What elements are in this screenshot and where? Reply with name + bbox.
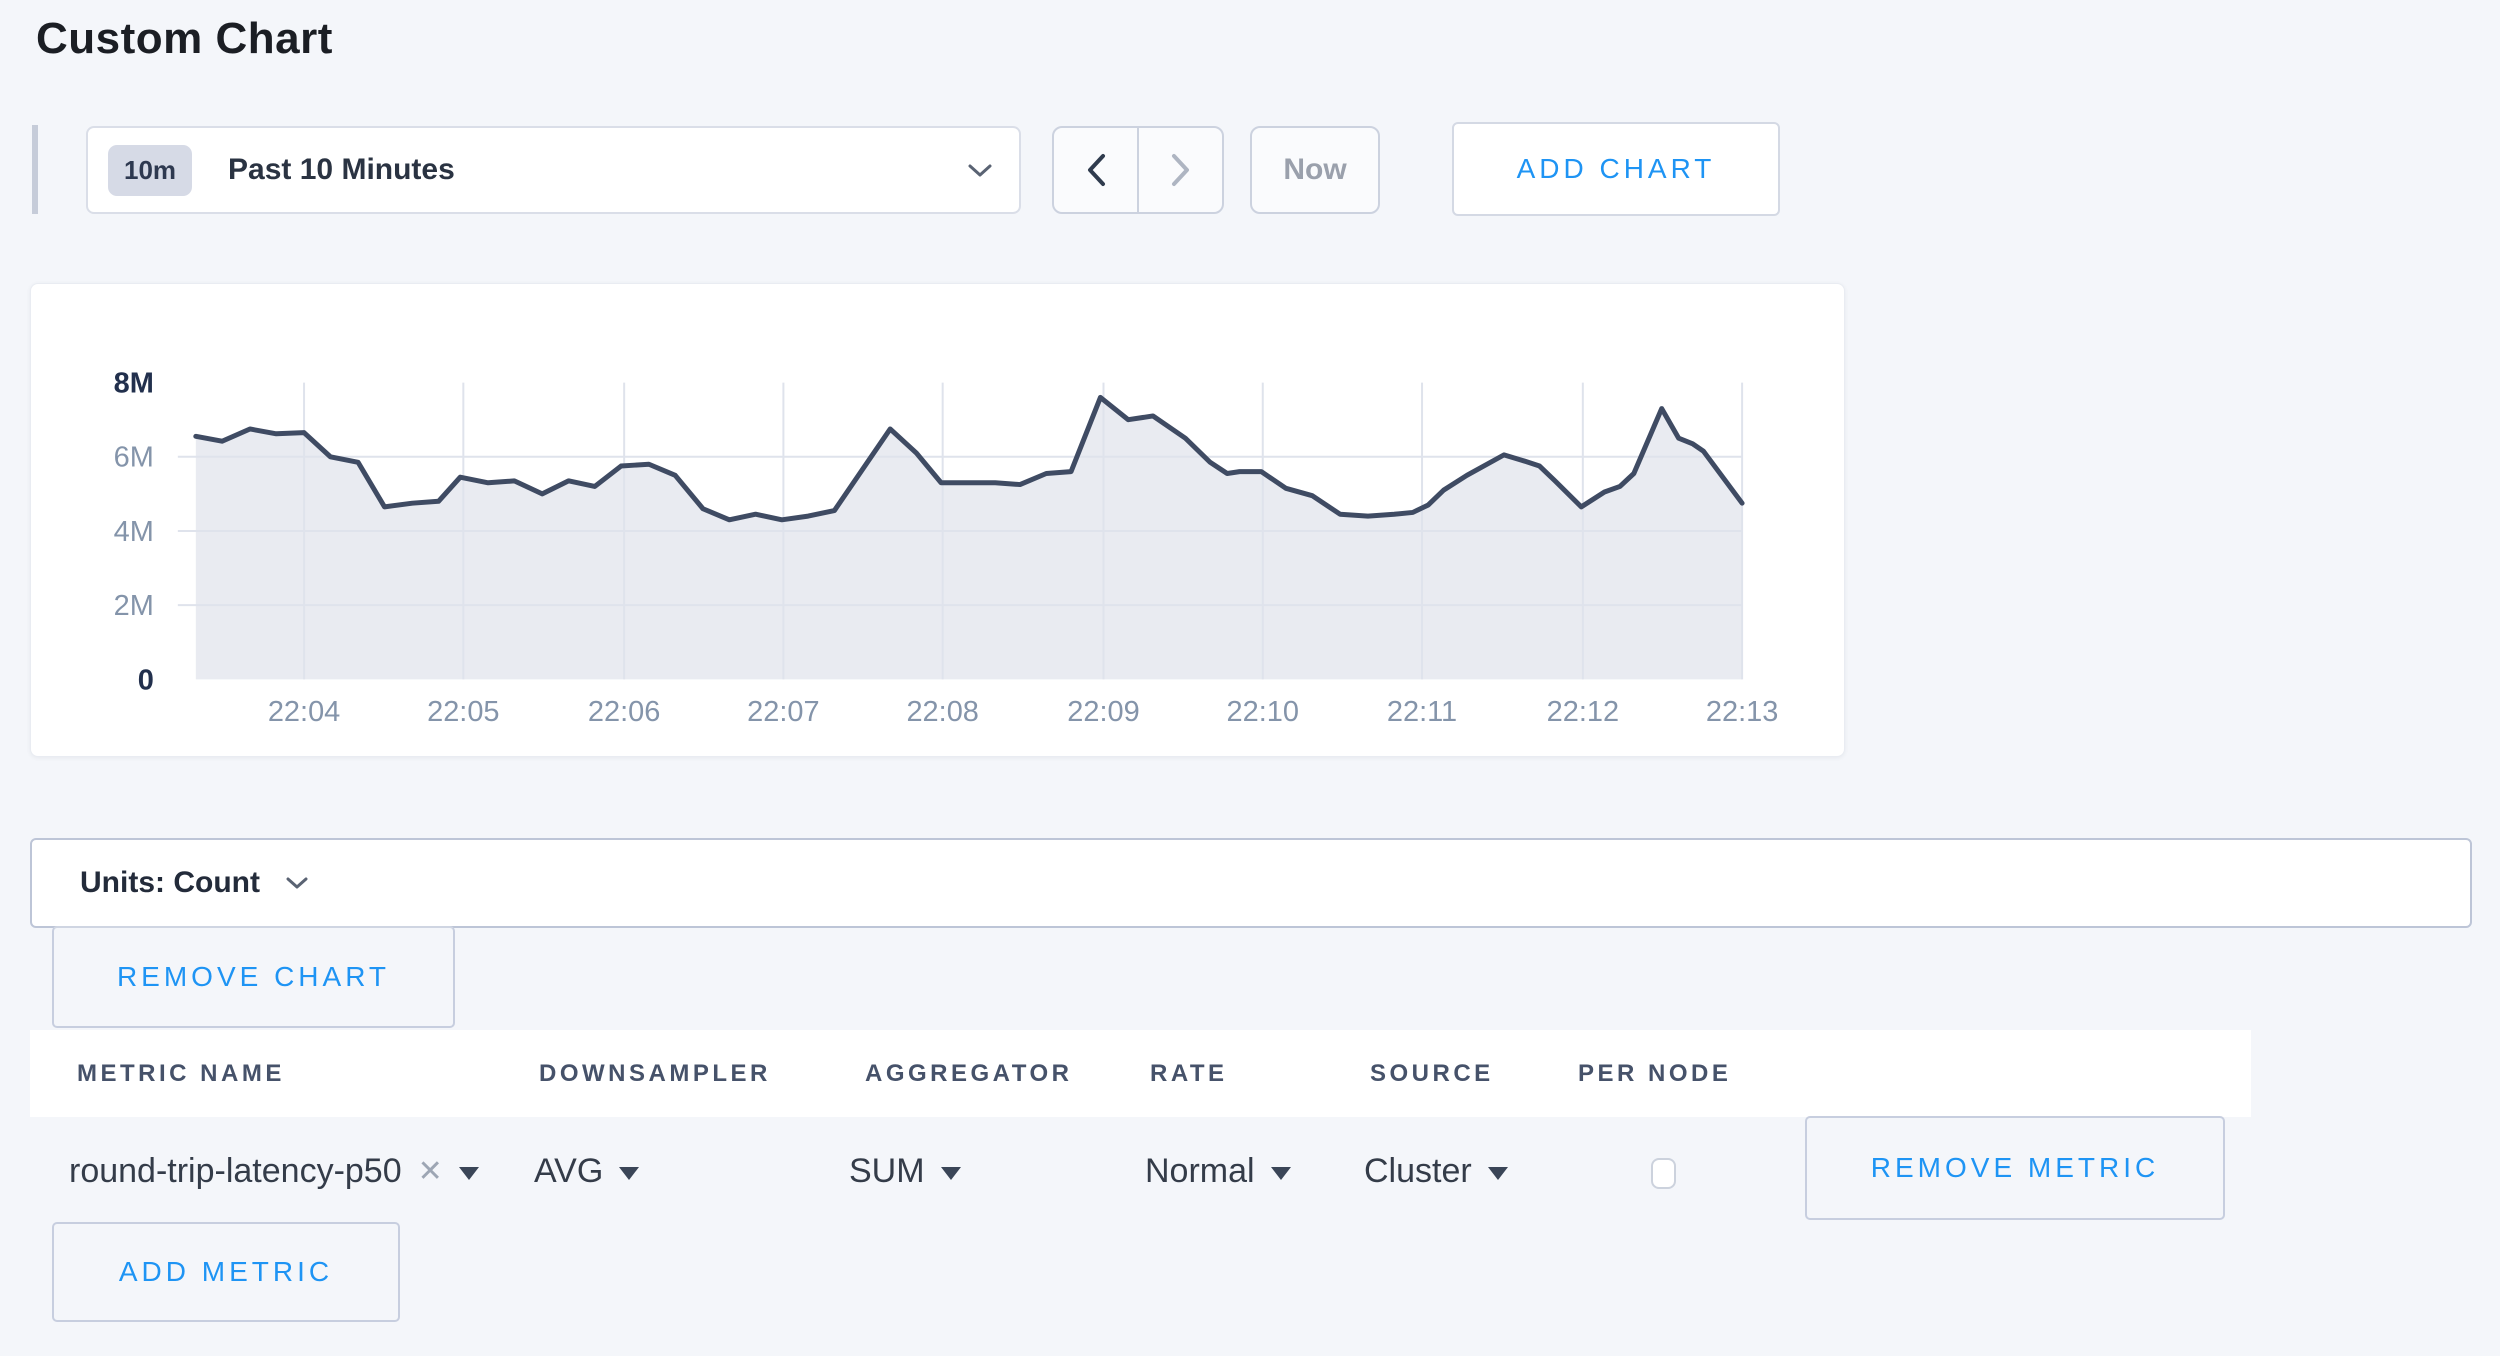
remove-chart-button[interactable]: REMOVE CHART bbox=[52, 926, 455, 1028]
downsampler-value: AVG bbox=[534, 1152, 603, 1191]
svg-text:22:12: 22:12 bbox=[1547, 696, 1619, 728]
rate-value: Normal bbox=[1145, 1152, 1255, 1191]
column-header-per-node: PER NODE bbox=[1578, 1060, 1731, 1088]
caret-down-icon bbox=[941, 1167, 961, 1180]
chevron-down-icon bbox=[967, 163, 993, 178]
svg-text:4M: 4M bbox=[114, 516, 154, 548]
svg-text:8M: 8M bbox=[114, 368, 154, 400]
source-value: Cluster bbox=[1364, 1152, 1472, 1191]
svg-text:22:11: 22:11 bbox=[1387, 696, 1457, 728]
svg-text:6M: 6M bbox=[114, 442, 154, 474]
add-chart-button[interactable]: ADD CHART bbox=[1452, 122, 1780, 216]
rate-select[interactable]: Normal bbox=[1145, 1138, 1291, 1204]
svg-text:22:07: 22:07 bbox=[747, 696, 819, 728]
page-title: Custom Chart bbox=[36, 14, 333, 64]
remove-metric-button[interactable]: REMOVE METRIC bbox=[1805, 1116, 2225, 1220]
column-header-metric-name: METRIC NAME bbox=[77, 1060, 285, 1088]
metrics-table-header: METRIC NAME DOWNSAMPLER AGGREGATOR RATE … bbox=[30, 1030, 2251, 1117]
svg-text:2M: 2M bbox=[114, 590, 154, 622]
caret-down-icon bbox=[1488, 1167, 1508, 1180]
chart-x-axis-labels: 22:04 22:05 22:06 22:07 22:08 22:09 22:10 22:11… bbox=[268, 696, 1779, 728]
svg-text:22:04: 22:04 bbox=[268, 696, 340, 728]
caret-down-icon bbox=[619, 1167, 639, 1180]
time-range-badge: 10m bbox=[108, 145, 192, 196]
column-header-downsampler: DOWNSAMPLER bbox=[539, 1060, 771, 1088]
column-header-aggregator: AGGREGATOR bbox=[865, 1060, 1072, 1088]
chart-card: 8M6M4M2M022:0422:0522:0622:0722:0822:092… bbox=[30, 283, 1845, 757]
close-icon[interactable]: ✕ bbox=[418, 1154, 443, 1189]
svg-text:22:10: 22:10 bbox=[1227, 696, 1299, 728]
units-label: Units: Count bbox=[80, 866, 260, 900]
caret-down-icon bbox=[459, 1167, 479, 1180]
time-next-button[interactable] bbox=[1139, 128, 1222, 212]
custom-chart-svg: 8M6M4M2M022:0422:0522:0622:0722:0822:092… bbox=[31, 284, 1844, 756]
source-select[interactable]: Cluster bbox=[1364, 1138, 1508, 1204]
time-range-label: Past 10 Minutes bbox=[228, 153, 967, 187]
metric-name-value: round-trip-latency-p50 bbox=[69, 1152, 402, 1191]
aggregator-value: SUM bbox=[849, 1152, 925, 1191]
metric-name-select[interactable]: round-trip-latency-p50 ✕ bbox=[69, 1138, 479, 1204]
svg-text:22:06: 22:06 bbox=[588, 696, 660, 728]
chevron-right-icon bbox=[1169, 152, 1193, 188]
time-range-dropdown[interactable]: 10m Past 10 Minutes bbox=[86, 126, 1021, 214]
svg-text:0: 0 bbox=[138, 664, 154, 696]
chevron-down-icon bbox=[286, 877, 308, 890]
chevron-left-icon bbox=[1084, 152, 1108, 188]
time-prev-button[interactable] bbox=[1054, 128, 1139, 212]
downsampler-select[interactable]: AVG bbox=[534, 1138, 639, 1204]
chart-area-fill bbox=[196, 397, 1742, 679]
svg-text:22:05: 22:05 bbox=[427, 696, 499, 728]
column-header-rate: RATE bbox=[1150, 1060, 1228, 1088]
per-node-checkbox[interactable] bbox=[1651, 1158, 1676, 1189]
add-metric-button[interactable]: ADD METRIC bbox=[52, 1222, 400, 1322]
caret-down-icon bbox=[1271, 1167, 1291, 1180]
svg-text:22:09: 22:09 bbox=[1067, 696, 1139, 728]
units-dropdown[interactable]: Units: Count bbox=[30, 838, 2472, 928]
svg-text:22:08: 22:08 bbox=[906, 696, 978, 728]
toolbar-divider bbox=[32, 125, 38, 214]
custom-chart-page: Custom Chart 10m Past 10 Minutes Now ADD… bbox=[0, 0, 2500, 1356]
column-header-source: SOURCE bbox=[1370, 1060, 1494, 1088]
time-nav-group bbox=[1052, 126, 1224, 214]
chart-y-axis-labels: 8M 6M 4M 2M 0 bbox=[114, 368, 154, 697]
aggregator-select[interactable]: SUM bbox=[849, 1138, 961, 1204]
svg-text:22:13: 22:13 bbox=[1706, 696, 1778, 728]
now-button[interactable]: Now bbox=[1250, 126, 1380, 214]
